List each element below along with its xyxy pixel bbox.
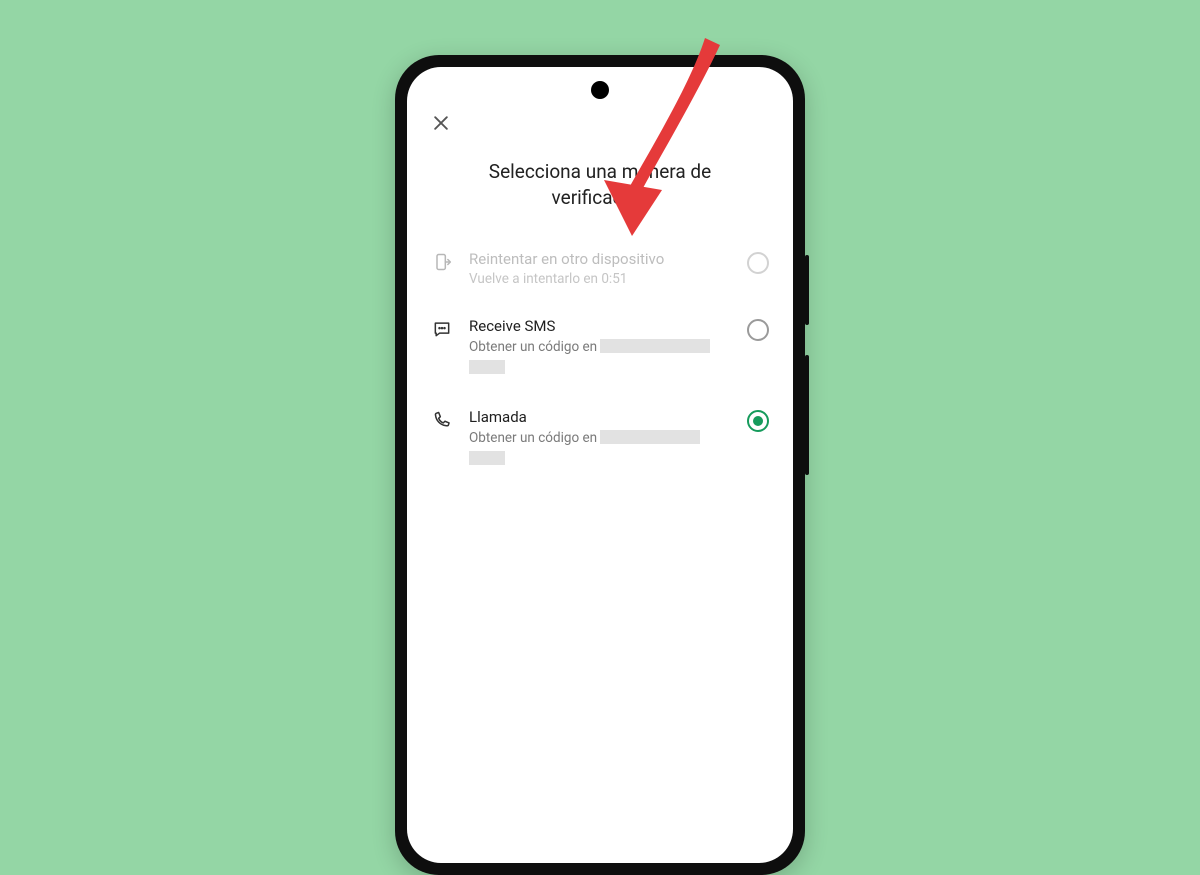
- title-line-1: Selecciona una manera de: [489, 160, 711, 183]
- option-title: Llamada: [469, 408, 731, 426]
- option-subtitle: Obtener un código en: [469, 428, 731, 471]
- radio-call[interactable]: [747, 410, 769, 432]
- radio-sms[interactable]: [747, 319, 769, 341]
- option-call[interactable]: Llamada Obtener un código en: [431, 394, 769, 485]
- device-forward-icon: [431, 252, 453, 272]
- redacted-phone-tail: [469, 360, 505, 374]
- phone-frame: Selecciona una manera de verificación Re…: [395, 55, 805, 875]
- phone-screen: Selecciona una manera de verificación Re…: [407, 67, 793, 863]
- phone-icon: [431, 410, 453, 430]
- redacted-phone: [600, 430, 700, 444]
- close-icon[interactable]: [431, 113, 451, 133]
- option-subtitle: Vuelve a intentarlo en 0:51: [469, 270, 731, 288]
- radio-retry: [747, 252, 769, 274]
- title-line-2: verificación: [552, 186, 649, 209]
- sms-icon: [431, 319, 453, 339]
- sub-prefix: Obtener un código en: [469, 339, 600, 355]
- option-title: Receive SMS: [469, 317, 731, 335]
- front-camera: [591, 81, 609, 99]
- sub-prefix: Obtener un código en: [469, 430, 600, 446]
- page-title: Selecciona una manera de verificación: [431, 159, 769, 210]
- option-retry-other-device: Reintentar en otro dispositivo Vuelve a …: [431, 236, 769, 302]
- redacted-phone: [600, 339, 710, 353]
- redacted-phone-tail: [469, 451, 505, 465]
- app-content: Selecciona una manera de verificación Re…: [407, 67, 793, 485]
- option-body: Receive SMS Obtener un código en: [469, 317, 731, 380]
- option-body: Llamada Obtener un código en: [469, 408, 731, 471]
- option-subtitle: Obtener un código en: [469, 337, 731, 380]
- verification-options: Reintentar en otro dispositivo Vuelve a …: [431, 236, 769, 485]
- option-title: Reintentar en otro dispositivo: [469, 250, 731, 268]
- option-body: Reintentar en otro dispositivo Vuelve a …: [469, 250, 731, 288]
- option-receive-sms[interactable]: Receive SMS Obtener un código en: [431, 303, 769, 394]
